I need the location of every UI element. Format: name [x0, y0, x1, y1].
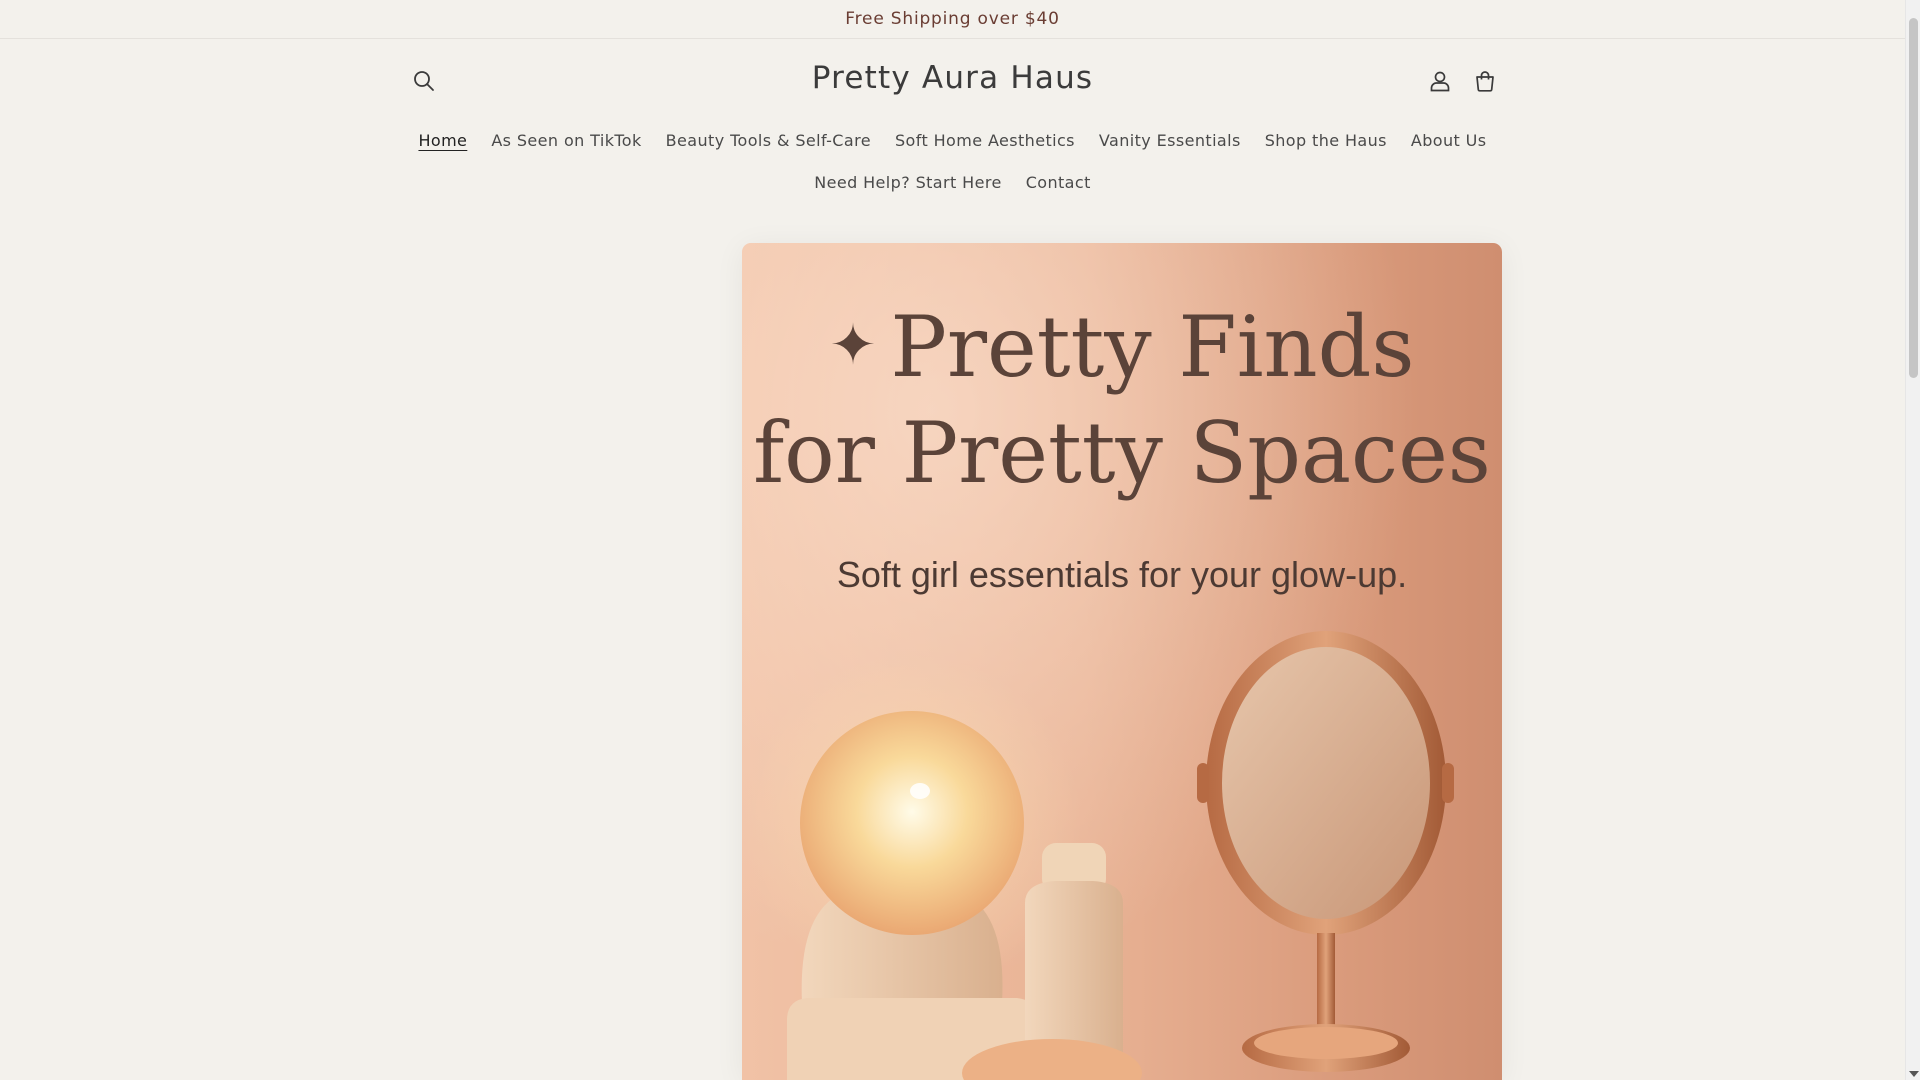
mirror-illustration: [1197, 631, 1454, 1072]
nav-item-beauty-tools[interactable]: Beauty Tools & Self-Care: [654, 123, 883, 158]
sparkle-icon: ✦: [829, 313, 877, 378]
announcement-bar: Free Shipping over $40: [0, 0, 1905, 39]
nav-item-soft-home[interactable]: Soft Home Aesthetics: [883, 123, 1087, 158]
hero-title-line-2: for Pretty Spaces: [753, 404, 1491, 502]
nav-item-home[interactable]: Home: [406, 123, 479, 158]
hero-subtitle: Soft girl essentials for your glow-up.: [836, 554, 1408, 595]
nav-item-vanity-essentials[interactable]: Vanity Essentials: [1087, 123, 1253, 158]
nav-item-shop-the-haus[interactable]: Shop the Haus: [1253, 123, 1399, 158]
site-header: Pretty Aura Haus Home As Seen on TikTok …: [0, 40, 1905, 205]
scrollbar-thumb[interactable]: [1909, 18, 1918, 378]
brand-logo[interactable]: Pretty Aura Haus: [700, 60, 1205, 96]
nav-item-about-us[interactable]: About Us: [1399, 123, 1499, 158]
announcement-text: Free Shipping over $40: [845, 9, 1060, 29]
nav-item-as-seen-on-tiktok[interactable]: As Seen on TikTok: [479, 123, 653, 158]
page-scrollbar[interactable]: [1905, 0, 1920, 1080]
hero-title: ✦ Pretty Finds for Pretty Spaces: [742, 293, 1502, 506]
cart-icon: [1476, 71, 1494, 92]
search-icon: [414, 71, 434, 91]
account-icon: [1430, 71, 1450, 92]
nav-item-need-help[interactable]: Need Help? Start Here: [802, 165, 1013, 200]
account-button[interactable]: [1420, 61, 1460, 101]
main-nav-row-2: Need Help? Start Here Contact: [0, 165, 1905, 200]
nav-item-contact[interactable]: Contact: [1014, 165, 1103, 200]
search-button[interactable]: [404, 61, 444, 101]
cart-button[interactable]: [1465, 61, 1505, 101]
scroll-down-arrow-icon[interactable]: [1909, 1071, 1919, 1077]
hero-banner[interactable]: ✦ Pretty Finds for Pretty Spaces Soft gir…: [742, 243, 1502, 1080]
main-nav-row-1: Home As Seen on TikTok Beauty Tools & Se…: [0, 123, 1905, 158]
hero-title-text-1: Pretty Finds: [890, 298, 1415, 396]
hero-title-line-1: ✦ Pretty Finds: [742, 293, 1502, 400]
